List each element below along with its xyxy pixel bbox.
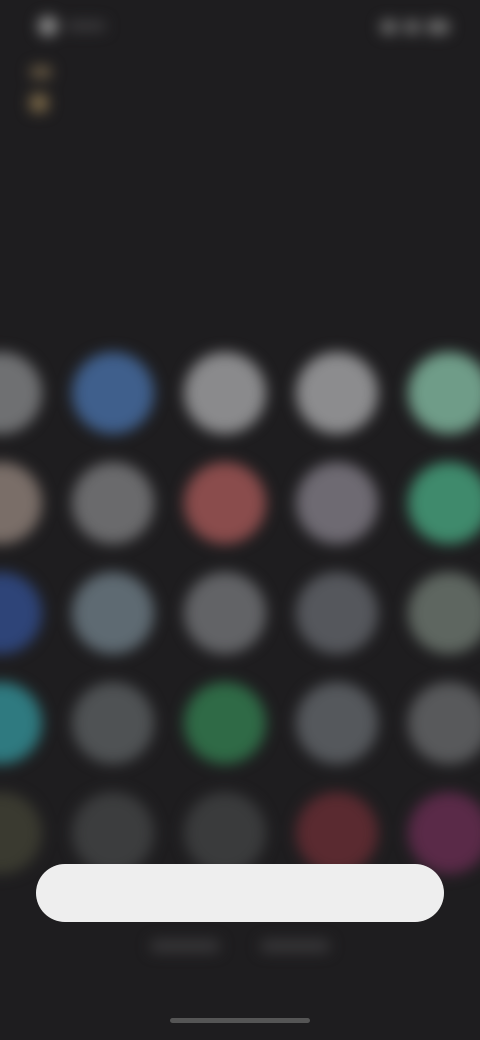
app-icon[interactable] — [0, 792, 42, 874]
app-icon-row — [0, 352, 480, 434]
app-icon[interactable] — [296, 462, 378, 544]
app-icon[interactable] — [408, 462, 480, 544]
app-icon[interactable] — [72, 352, 154, 434]
bottom-link-right[interactable] — [260, 940, 330, 952]
app-icon-grid — [0, 352, 480, 902]
status-time-placeholder — [66, 21, 106, 31]
header — [30, 66, 58, 112]
app-icon-row — [0, 682, 480, 764]
app-icon[interactable] — [0, 682, 42, 764]
app-icon[interactable] — [184, 572, 266, 654]
app-icon[interactable] — [408, 792, 480, 874]
app-icon[interactable] — [296, 682, 378, 764]
account-row[interactable] — [30, 94, 58, 112]
app-icon[interactable] — [0, 572, 42, 654]
signal-icon — [380, 20, 398, 34]
back-icon[interactable] — [30, 66, 52, 78]
app-icon[interactable] — [296, 352, 378, 434]
app-icon[interactable] — [72, 682, 154, 764]
app-icon[interactable] — [184, 462, 266, 544]
app-icon[interactable] — [408, 352, 480, 434]
app-icon[interactable] — [296, 792, 378, 874]
status-left — [38, 16, 106, 36]
wifi-icon — [404, 20, 420, 34]
continue-button[interactable] — [36, 864, 444, 922]
app-icon[interactable] — [0, 352, 42, 434]
app-icon-row — [0, 572, 480, 654]
app-screen — [0, 0, 480, 1040]
app-icon[interactable] — [408, 682, 480, 764]
app-icon[interactable] — [72, 792, 154, 874]
app-icon[interactable] — [72, 572, 154, 654]
battery-icon — [426, 20, 450, 34]
app-icon-row — [0, 792, 480, 874]
app-icon[interactable] — [296, 572, 378, 654]
account-icon — [30, 94, 48, 112]
app-icon[interactable] — [72, 462, 154, 544]
home-indicator — [170, 1018, 310, 1023]
app-icon-row — [0, 462, 480, 544]
app-icon[interactable] — [0, 462, 42, 544]
location-icon — [38, 16, 58, 36]
app-icon[interactable] — [184, 682, 266, 764]
bottom-link-left[interactable] — [150, 940, 220, 952]
app-icon[interactable] — [408, 572, 480, 654]
bottom-links — [0, 940, 480, 952]
app-icon[interactable] — [184, 792, 266, 874]
status-bar — [0, 0, 480, 56]
app-icon[interactable] — [184, 352, 266, 434]
status-right — [380, 20, 450, 34]
